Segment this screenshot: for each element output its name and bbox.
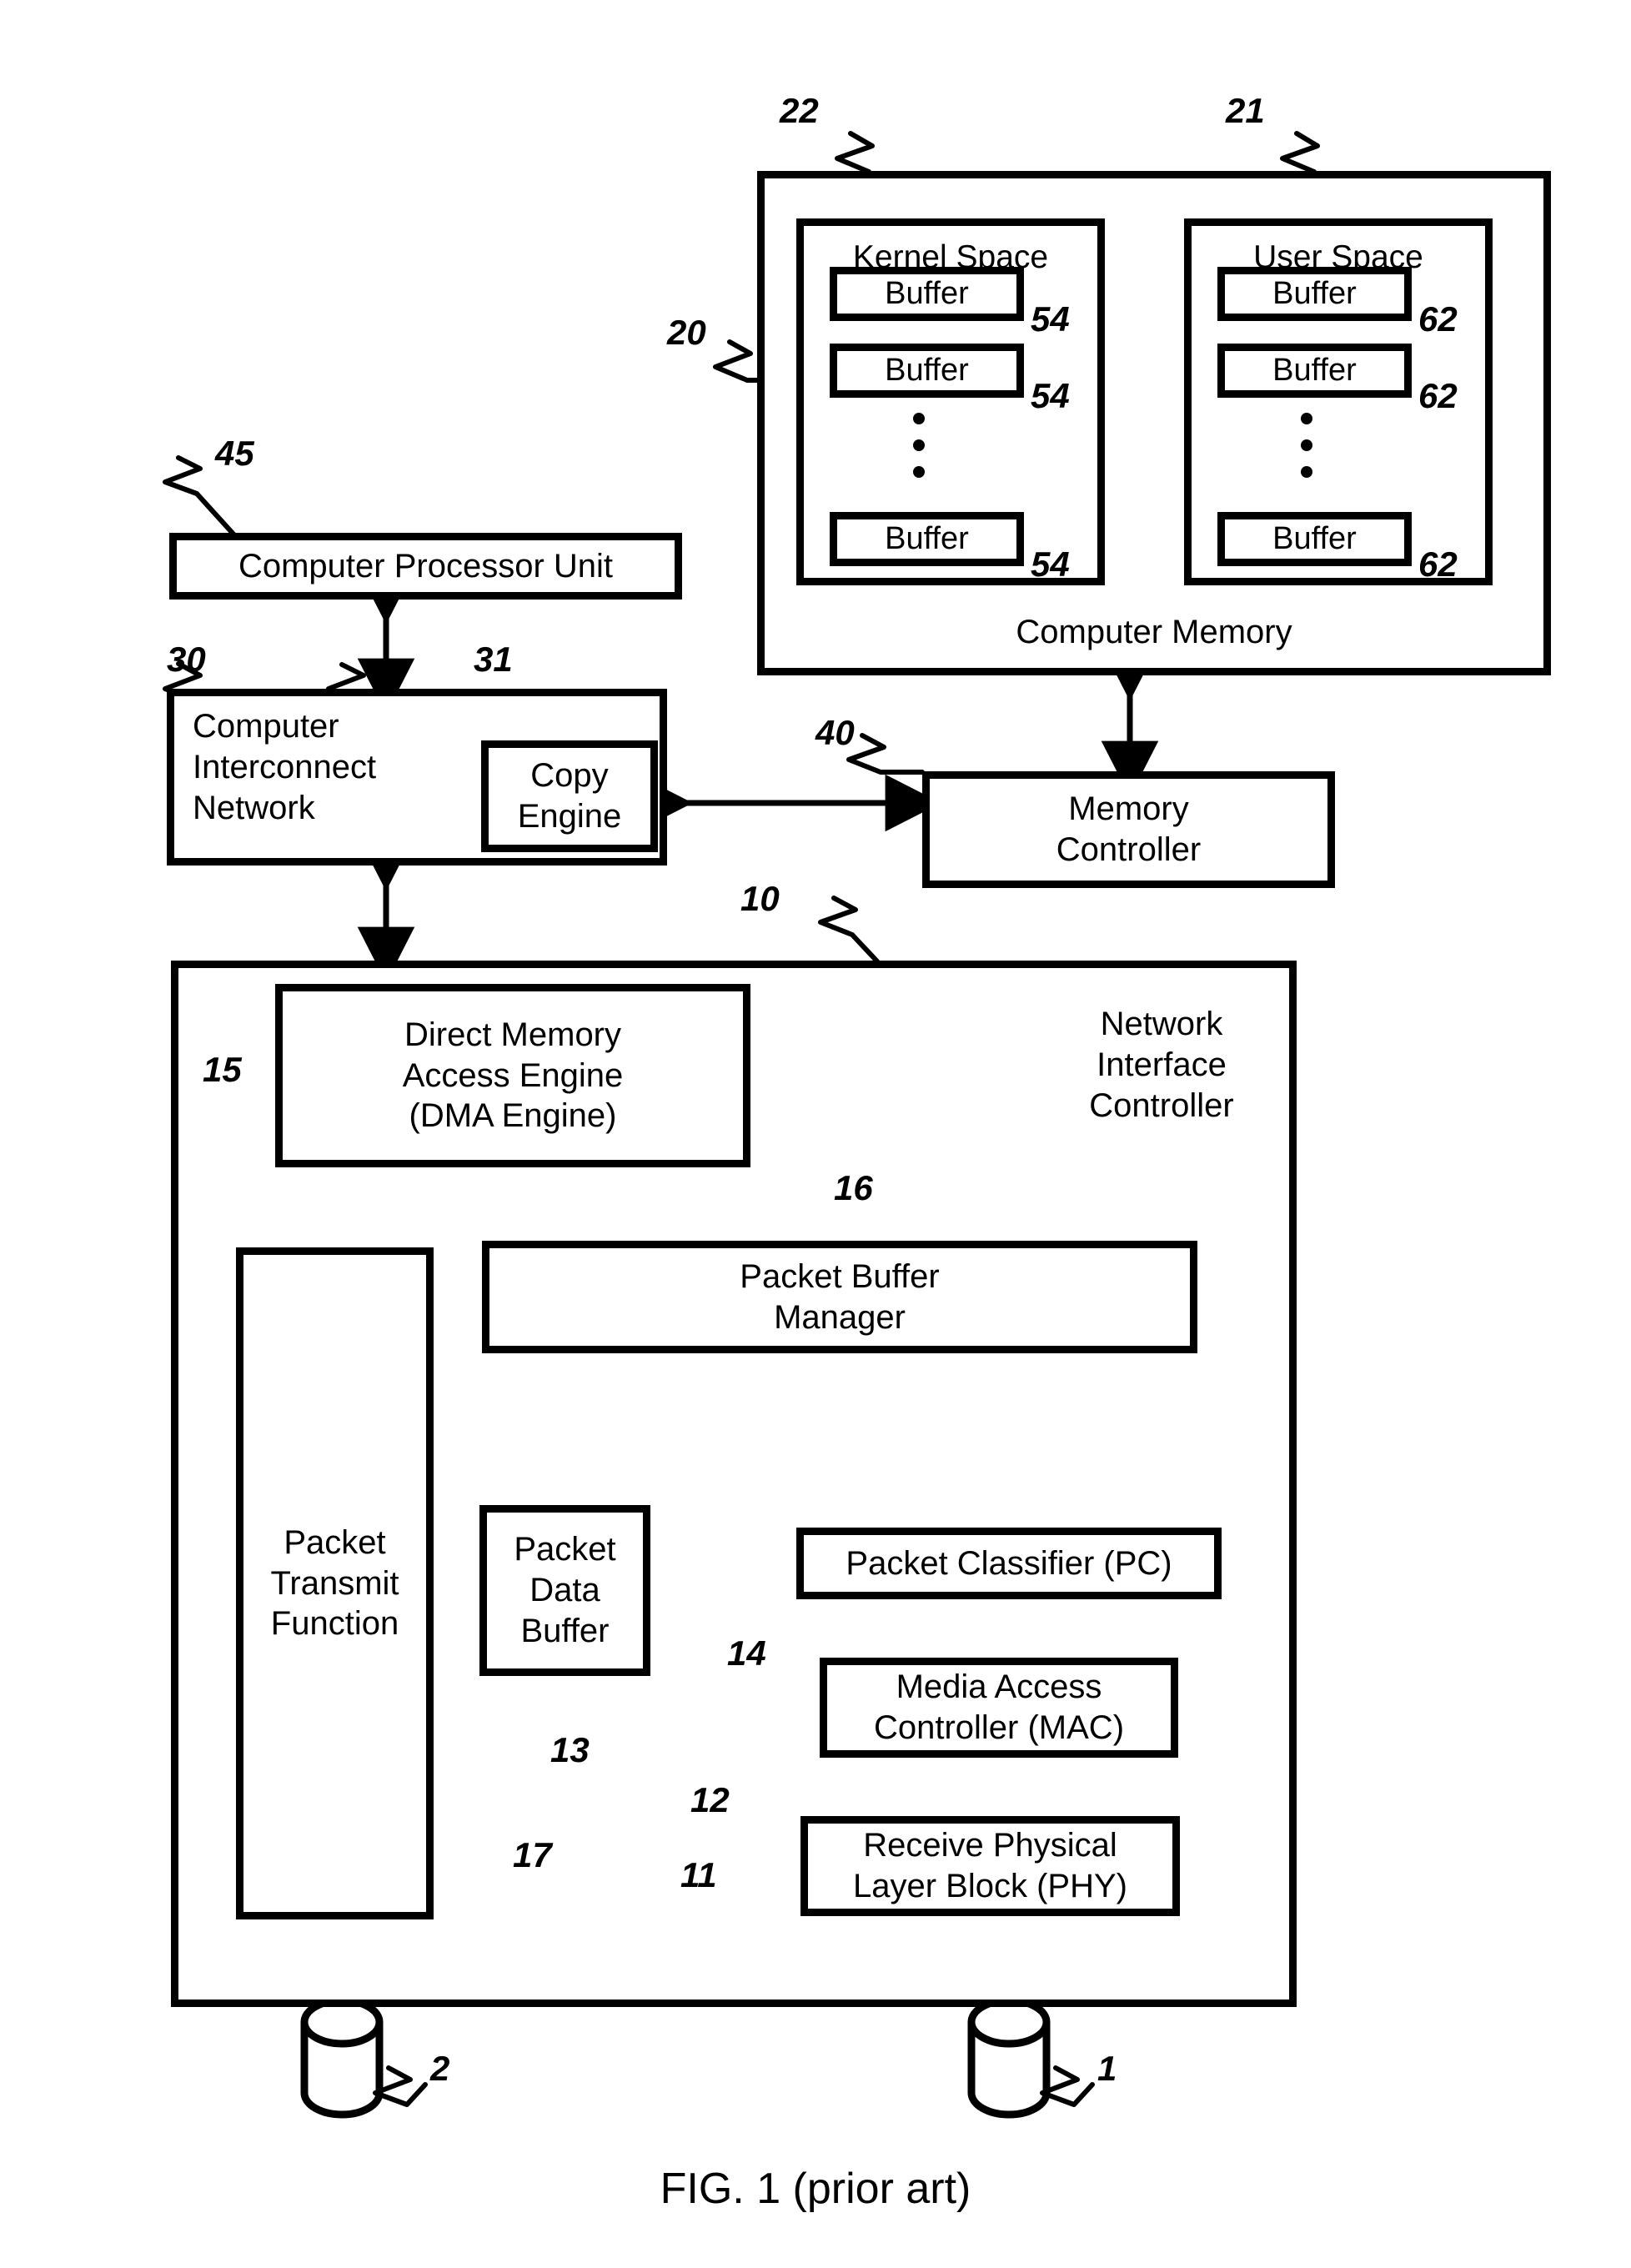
ref-45: 45 [215,434,254,473]
ref-21: 21 [1226,91,1265,130]
packet-buffer-manager-block: Packet Buffer Manager [482,1241,1197,1353]
ref-30: 30 [167,640,206,679]
copy-engine-block: Copy Engine [481,740,658,852]
buffer-label: Buffer [1272,521,1357,557]
ref-11: 11 [680,1855,717,1894]
buffer-label: Buffer [1272,276,1357,312]
computer-processor-unit-block: Computer Processor Unit [169,533,682,600]
packet-transmit-function-block: Packet Transmit Function [236,1247,434,1919]
media-access-controller-label: Media Access Controller (MAC) [873,1668,1125,1746]
packet-transmit-function-label: Packet Transmit Function [270,1523,399,1643]
phy-block: Receive Physical Layer Block (PHY) [800,1816,1180,1916]
ref-15: 15 [203,1050,242,1089]
phy-label: Receive Physical Layer Block (PHY) [853,1827,1127,1904]
user-buffer-2: Buffer [1217,344,1412,398]
ref-17: 17 [513,1835,552,1874]
ref-62-b: 62 [1418,376,1458,415]
ref-40: 40 [816,713,855,752]
packet-buffer-manager-label: Packet Buffer Manager [740,1257,940,1336]
packet-classifier-block: Packet Classifier (PC) [796,1528,1222,1599]
ref-31: 31 [474,640,513,679]
ref-12: 12 [690,1780,730,1819]
ref-10: 10 [740,879,780,918]
kernel-buffer-ellipsis [911,413,926,478]
ref-22: 22 [780,91,819,130]
user-buffer-3: Buffer [1217,512,1412,566]
ref-13: 13 [550,1730,590,1769]
media-access-controller-block: Media Access Controller (MAC) [820,1658,1178,1758]
kernel-buffer-2: Buffer [830,344,1024,398]
dma-engine-label: Direct Memory Access Engine (DMA Engine) [402,1016,624,1135]
ref-1: 1 [1097,2049,1117,2088]
ref-54-a: 54 [1031,299,1070,339]
kernel-buffer-3: Buffer [830,512,1024,566]
memory-controller-label: Memory Controller [1056,790,1202,868]
copy-engine-label: Copy Engine [517,757,622,835]
computer-processor-unit-label: Computer Processor Unit [238,547,614,585]
ref-62-a: 62 [1418,299,1458,339]
packet-data-buffer-block: Packet Data Buffer [479,1505,650,1676]
ref-14: 14 [727,1633,766,1673]
ref-54-b: 54 [1031,376,1070,415]
memory-controller-block: Memory Controller [922,771,1335,888]
ref-16: 16 [834,1168,873,1207]
dma-engine-block: Direct Memory Access Engine (DMA Engine) [275,984,750,1167]
ref-20: 20 [667,313,706,352]
patent-figure-1: Computer Memory 20 Kernel Space 22 Buffe… [0,0,1631,2268]
ref-2: 2 [430,2049,450,2088]
buffer-label: Buffer [885,521,969,557]
ref-62-c: 62 [1418,544,1458,584]
packet-data-buffer-label: Packet Data Buffer [514,1531,616,1649]
computer-memory-label: Computer Memory [1016,614,1292,651]
network-interface-controller-label: Network Interface Controller [1089,1006,1234,1124]
ref-54-c: 54 [1031,544,1070,584]
buffer-label: Buffer [885,276,969,312]
computer-interconnect-network-label: Computer Interconnect Network [193,708,377,826]
figure-caption: FIG. 1 (prior art) [660,2165,971,2213]
kernel-buffer-1: Buffer [830,267,1024,321]
buffer-label: Buffer [1272,353,1357,389]
packet-classifier-label: Packet Classifier (PC) [846,1544,1172,1582]
user-buffer-1: Buffer [1217,267,1412,321]
buffer-label: Buffer [885,353,969,389]
user-buffer-ellipsis [1299,413,1314,478]
